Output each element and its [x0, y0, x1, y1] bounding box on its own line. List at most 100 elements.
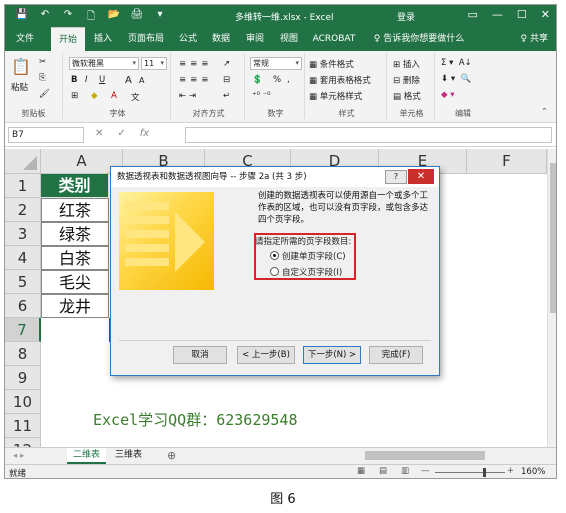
row-header[interactable]: 8: [5, 342, 41, 366]
cut-icon[interactable]: ✂: [39, 57, 46, 67]
login-link[interactable]: 登录: [397, 10, 415, 23]
format-cells-button[interactable]: ▤ 格式: [393, 90, 421, 102]
confirm-entry-icon[interactable]: ✓: [117, 128, 125, 139]
print-icon[interactable]: 🖨: [130, 9, 144, 26]
clear-icon[interactable]: ◆ ▾: [441, 90, 455, 100]
sheet-nav-arrows[interactable]: ◂ ▸: [13, 451, 24, 461]
font-name-combo[interactable]: 微软雅黑: [69, 57, 139, 70]
ribbon-display-icon[interactable]: ▭: [468, 8, 478, 21]
row-header[interactable]: 1: [5, 174, 41, 198]
fill-color-icon[interactable]: ◆: [91, 91, 98, 101]
horizontal-align-icons[interactable]: ≡≡≡: [179, 75, 212, 85]
minimize-icon[interactable]: —: [492, 8, 503, 21]
cell-a5[interactable]: 毛尖: [41, 270, 109, 294]
tab-view[interactable]: 视图: [273, 27, 305, 51]
decimal-icons[interactable]: ⁺⁰ ⁻⁰: [252, 91, 271, 101]
zoom-level[interactable]: 160%: [521, 467, 545, 477]
underline-button[interactable]: U: [99, 75, 105, 85]
decrease-font-button[interactable]: A: [139, 76, 144, 85]
select-all-corner[interactable]: [5, 149, 41, 174]
wrap-text-icon[interactable]: ↵: [223, 91, 230, 101]
name-box[interactable]: B7: [8, 127, 84, 143]
cell-a6[interactable]: 龙井: [41, 294, 109, 318]
tab-data[interactable]: 数据: [205, 27, 237, 51]
view-page-break-icon[interactable]: ▥: [401, 466, 409, 476]
next-button[interactable]: 下一步(N) >: [303, 346, 361, 364]
close-icon[interactable]: ✕: [541, 8, 550, 21]
custom-page-field-option[interactable]: 自定义页字段(I): [270, 266, 342, 278]
tab-formulas[interactable]: 公式: [173, 27, 203, 51]
insert-function-icon[interactable]: fx: [140, 128, 149, 139]
zoom-slider-thumb[interactable]: [483, 468, 486, 477]
sheet-tab-3d[interactable]: 三维表: [109, 448, 148, 464]
zoom-slider[interactable]: [435, 472, 505, 473]
tab-page-layout[interactable]: 页面布局: [121, 27, 171, 51]
tell-me-search[interactable]: ♀ 告诉我你想要做什么: [367, 27, 471, 51]
font-color-icon[interactable]: A: [111, 91, 117, 101]
format-as-table-button[interactable]: ▦ 套用表格格式: [309, 74, 371, 86]
bold-button[interactable]: B: [71, 75, 77, 85]
formula-input[interactable]: [185, 127, 552, 143]
vertical-align-icons[interactable]: ≡≡≡: [179, 59, 212, 69]
font-size-combo[interactable]: 11: [141, 57, 167, 70]
vertical-scroll-thumb[interactable]: [550, 163, 556, 313]
row-header[interactable]: 11: [5, 414, 41, 438]
open-icon[interactable]: 📂: [107, 9, 121, 26]
row-header[interactable]: 10: [5, 390, 41, 414]
zoom-in-icon[interactable]: +: [507, 466, 514, 476]
view-page-layout-icon[interactable]: ▤: [379, 466, 387, 476]
new-icon[interactable]: 🗋: [84, 9, 98, 26]
merge-icon[interactable]: ⊟: [223, 75, 230, 85]
cancel-entry-icon[interactable]: ✕: [95, 128, 103, 139]
row-header[interactable]: 6: [5, 294, 41, 318]
cell-a2[interactable]: 红茶: [41, 198, 109, 222]
vertical-scrollbar[interactable]: [547, 149, 556, 447]
italic-button[interactable]: I: [85, 75, 88, 85]
collapse-ribbon-icon[interactable]: ⌃: [541, 107, 548, 117]
tab-file[interactable]: 文件: [9, 27, 41, 51]
dialog-close-button[interactable]: ✕: [408, 169, 434, 184]
fill-icon[interactable]: ⬇ ▾ 🔍: [441, 74, 471, 84]
borders-icon[interactable]: ⊞: [71, 91, 78, 101]
copy-icon[interactable]: ⎘: [39, 73, 46, 83]
tab-acrobat[interactable]: ACROBAT: [307, 27, 361, 51]
cell-a3[interactable]: 绿茶: [41, 222, 109, 246]
column-header-f[interactable]: F: [467, 149, 547, 174]
paste-button[interactable]: 粘贴: [11, 81, 28, 93]
back-button[interactable]: < 上一步(B): [237, 346, 295, 364]
save-icon[interactable]: 💾: [15, 9, 29, 26]
sheet-tab-2d[interactable]: 二维表: [67, 448, 107, 464]
row-header[interactable]: 3: [5, 222, 41, 246]
comma-button[interactable]: ,: [287, 75, 290, 85]
delete-cells-button[interactable]: ⊟ 删除: [393, 74, 420, 86]
indent-icons[interactable]: ⇤ ⇥: [179, 91, 196, 101]
number-format-combo[interactable]: 常规: [250, 57, 302, 70]
increase-font-button[interactable]: A: [125, 75, 132, 86]
cancel-button[interactable]: 取消: [173, 346, 227, 364]
conditional-formatting-button[interactable]: ▦ 条件格式: [309, 58, 354, 70]
row-header[interactable]: 7: [5, 318, 41, 342]
tab-review[interactable]: 审阅: [239, 27, 271, 51]
row-header[interactable]: 9: [5, 366, 41, 390]
autosum-icon[interactable]: Σ ▾ A↓: [441, 58, 472, 68]
orientation-icon[interactable]: ↗: [223, 59, 230, 69]
phonetic-icon[interactable]: 文: [131, 91, 140, 103]
share-button[interactable]: ♀ 共享: [521, 31, 548, 44]
row-header[interactable]: 2: [5, 198, 41, 222]
add-sheet-icon[interactable]: ⊕: [167, 449, 176, 462]
horizontal-scroll-thumb[interactable]: [365, 451, 485, 460]
row-header[interactable]: 5: [5, 270, 41, 294]
row-header[interactable]: 4: [5, 246, 41, 270]
tab-home[interactable]: 开始: [51, 27, 85, 51]
redo-icon[interactable]: ↷: [61, 9, 75, 26]
row-header[interactable]: 12: [5, 438, 41, 447]
maximize-icon[interactable]: ☐: [517, 8, 527, 21]
help-button[interactable]: ?: [385, 170, 407, 184]
tab-insert[interactable]: 插入: [87, 27, 119, 51]
percent-button[interactable]: %: [273, 75, 281, 85]
cell-a4[interactable]: 白茶: [41, 246, 109, 270]
undo-icon[interactable]: ↶: [38, 9, 52, 26]
customize-qat-icon[interactable]: ▾: [153, 9, 167, 26]
insert-cells-button[interactable]: ⊞ 插入: [393, 58, 420, 70]
view-normal-icon[interactable]: ▦: [357, 466, 365, 476]
